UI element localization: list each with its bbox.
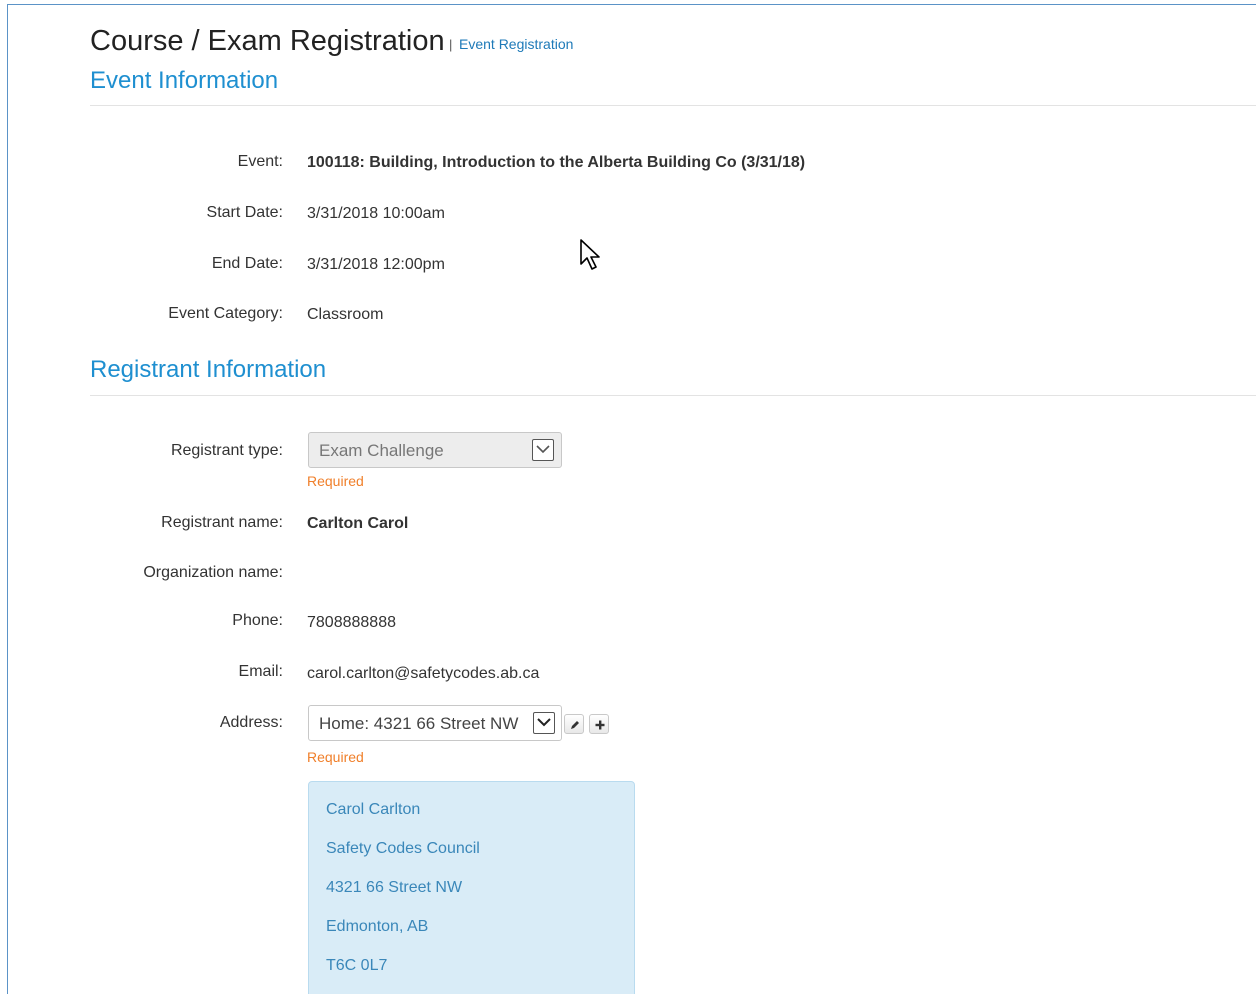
phone-label: Phone: (232, 612, 283, 629)
address-required: Required (307, 749, 364, 765)
phone-value: 7808888888 (307, 614, 396, 631)
address-card: Carol Carlton Safety Codes Council 4321 … (308, 781, 635, 994)
add-address-button[interactable] (589, 714, 609, 734)
chevron-down-icon (532, 439, 554, 461)
event-category-label: Event Category: (168, 305, 283, 322)
page-title: Course / Exam Registration (90, 25, 445, 57)
registrant-type-selected: Exam Challenge (319, 441, 444, 460)
registrant-name-value: Carlton Carol (307, 515, 409, 532)
title-separator: | (449, 37, 453, 52)
event-information-heading: Event Information (90, 67, 279, 94)
edit-address-button[interactable] (564, 714, 584, 734)
address-select[interactable]: Home: 4321 66 Street NW (308, 705, 562, 741)
organization-name-label: Organization name: (143, 564, 283, 581)
registrant-information-heading: Registrant Information (90, 356, 327, 383)
address-card-organization: Safety Codes Council (326, 840, 480, 857)
address-selected: Home: 4321 66 Street NW (319, 714, 519, 733)
start-date-label: Start Date: (206, 204, 283, 221)
address-card-name: Carol Carlton (326, 801, 421, 818)
address-label: Address: (219, 714, 283, 731)
start-date-value: 3/31/2018 10:00am (307, 205, 445, 222)
registrant-name-label: Registrant name: (161, 514, 283, 531)
address-card-street: 4321 66 Street NW (326, 879, 463, 896)
event-value: 100118: Building, Introduction to the Al… (307, 154, 806, 171)
breadcrumb-event-registration[interactable]: Event Registration (459, 36, 573, 52)
event-category-value: Classroom (307, 306, 384, 323)
email-label: Email: (238, 663, 283, 680)
end-date-value: 3/31/2018 12:00pm (307, 256, 445, 273)
registrant-type-select[interactable]: Exam Challenge (308, 432, 562, 468)
registrant-type-label: Registrant type: (170, 442, 283, 459)
event-information-divider (90, 105, 1256, 106)
registrant-information-divider (90, 395, 1256, 396)
mouse-cursor-icon (579, 238, 603, 279)
end-date-label: End Date: (211, 255, 283, 272)
address-card-postal-code: T6C 0L7 (326, 957, 388, 974)
chevron-down-icon (533, 712, 555, 734)
email-value: carol.carlton@safetycodes.ab.ca (307, 665, 540, 682)
address-card-city: Edmonton, AB (326, 918, 429, 935)
registrant-type-required: Required (307, 473, 364, 489)
event-label: Event: (237, 153, 283, 170)
